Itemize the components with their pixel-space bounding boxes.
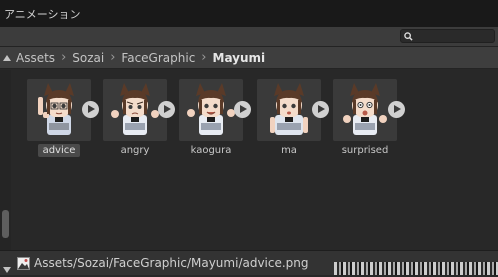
project-toolbar xyxy=(0,27,498,47)
texture-preview-strip xyxy=(334,262,498,275)
tab-animation[interactable]: アニメーション xyxy=(0,0,87,27)
asset-item-advice[interactable]: advice xyxy=(27,79,99,164)
breadcrumb-separator-icon: › xyxy=(201,50,207,65)
search-input[interactable] xyxy=(400,29,495,43)
play-icon[interactable] xyxy=(388,101,405,118)
asset-item-kaogura[interactable]: kaogura xyxy=(179,79,251,164)
breadcrumb-sozai[interactable]: Sozai xyxy=(72,51,104,65)
scrollbar-thumb[interactable] xyxy=(2,210,9,238)
asset-label: ma xyxy=(281,145,297,156)
tab-title: アニメーション xyxy=(4,7,81,21)
asset-label: angry xyxy=(120,145,150,156)
window-title-bar: アニメーション xyxy=(0,0,498,27)
asset-item-surprised[interactable]: surprised xyxy=(333,79,405,164)
breadcrumb-mayumi[interactable]: Mayumi xyxy=(213,51,266,65)
asset-label: surprised xyxy=(341,145,389,156)
play-icon[interactable] xyxy=(82,101,99,118)
breadcrumb-separator-icon: › xyxy=(61,50,67,65)
breadcrumb: Assets › Sozai › FaceGraphic › Mayumi xyxy=(0,47,498,69)
vertical-scrollbar[interactable] xyxy=(0,70,11,250)
play-icon[interactable] xyxy=(158,101,175,118)
asset-label: advice xyxy=(27,144,91,157)
asset-label: kaogura xyxy=(190,145,232,156)
collapse-triangle-icon[interactable] xyxy=(3,258,11,277)
collapse-triangle-icon[interactable] xyxy=(3,54,13,61)
breadcrumb-facegraphic[interactable]: FaceGraphic xyxy=(121,51,195,65)
asset-item-angry[interactable]: angry xyxy=(103,79,175,164)
breadcrumb-assets[interactable]: Assets xyxy=(16,51,55,65)
asset-item-ma[interactable]: ma xyxy=(257,79,329,164)
play-icon[interactable] xyxy=(312,101,329,118)
breadcrumb-separator-icon: › xyxy=(110,50,116,65)
selected-asset-path: Assets/Sozai/FaceGraphic/Mayumi/advice.p… xyxy=(34,256,309,270)
play-icon[interactable] xyxy=(234,101,251,118)
texture-icon xyxy=(17,256,30,270)
